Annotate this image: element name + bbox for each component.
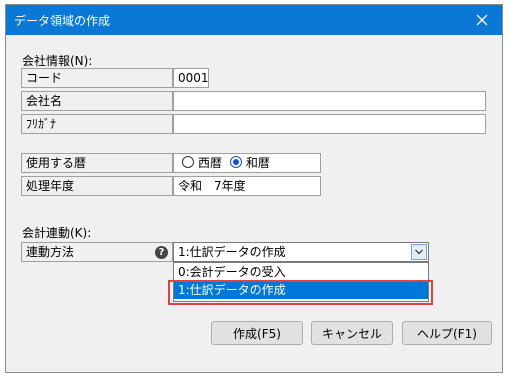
company-name-field[interactable] <box>173 91 486 111</box>
japanese-calendar-radio[interactable]: 和暦 <box>226 156 270 170</box>
radio-unselected-icon <box>182 156 194 168</box>
company-name-label: 会社名 <box>21 91 173 111</box>
radio-selected-icon <box>229 156 242 168</box>
furigana-field[interactable] <box>173 114 486 134</box>
title-bar: データ領域の作成 <box>6 5 502 35</box>
code-label: コード <box>21 68 173 88</box>
close-button[interactable] <box>462 5 502 35</box>
link-method-label: 連動方法 ? <box>21 242 173 262</box>
chevron-down-icon <box>415 249 423 255</box>
create-data-area-dialog: データ領域の作成 会社情報(N): コード 0001 会社名 ﾌﾘｶﾞﾅ 使用す… <box>5 4 503 373</box>
help-question-icon[interactable]: ? <box>155 246 168 259</box>
option-create-journal-data[interactable]: 1:仕訳データの作成 <box>174 281 428 299</box>
fiscal-year-label: 処理年度 <box>21 176 173 196</box>
accounting-link-label: 会計連動(K): <box>22 226 92 240</box>
western-calendar-radio[interactable]: 西暦 <box>178 156 222 170</box>
link-method-options-list: 0:会計データの受入 1:仕訳データの作成 <box>173 262 429 302</box>
calendar-label: 使用する暦 <box>21 153 173 173</box>
dropdown-button[interactable] <box>411 244 427 260</box>
code-field[interactable]: 0001 <box>173 68 209 88</box>
window-title: データ領域の作成 <box>14 14 111 28</box>
calendar-radio-group: 西暦 和暦 <box>173 153 321 173</box>
fiscal-year-field[interactable]: 令和 7年度 <box>173 176 321 196</box>
close-icon <box>476 14 488 26</box>
link-method-selected: 1:仕訳データの作成 <box>178 245 286 259</box>
cancel-button[interactable]: キャンセル <box>311 321 393 345</box>
create-button[interactable]: 作成(F5) <box>211 321 303 345</box>
western-calendar-label: 西暦 <box>198 156 223 170</box>
link-method-text: 連動方法 <box>26 245 75 259</box>
help-button[interactable]: ヘルプ(F1) <box>402 321 492 345</box>
option-import-accounting-data[interactable]: 0:会計データの受入 <box>174 263 428 281</box>
link-method-dropdown[interactable]: 1:仕訳データの作成 <box>173 242 429 262</box>
japanese-calendar-label: 和暦 <box>245 156 270 170</box>
furigana-label: ﾌﾘｶﾞﾅ <box>21 114 173 134</box>
company-info-label: 会社情報(N): <box>22 54 93 68</box>
